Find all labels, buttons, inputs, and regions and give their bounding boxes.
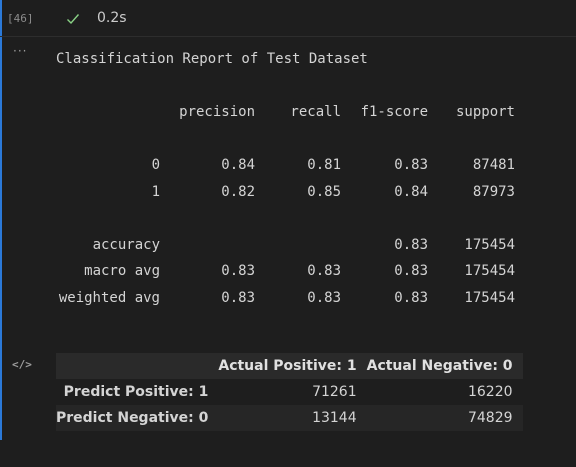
report-column-header: f1-score: [360, 104, 428, 120]
report-row-label: 0: [151, 157, 160, 173]
report-cell: 175454: [464, 263, 515, 279]
report-row-label: accuracy: [92, 236, 160, 253]
report-cell: 87481: [472, 157, 515, 173]
report-cell: 0.83: [394, 157, 428, 173]
report-row-label: macro avg: [84, 263, 160, 279]
report-cell: 175454: [464, 289, 515, 306]
cell-divider: [0, 36, 576, 37]
row-header-predict-positive: Predict Positive: 1: [63, 384, 209, 400]
execution-count: [46]: [7, 12, 34, 25]
report-summary-row: weighted avg 0.83 0.83 0.83 175454: [56, 285, 526, 312]
code-icon[interactable]: </>: [12, 358, 32, 371]
report-column-header: support: [455, 104, 515, 120]
cell-status-bar: [46] 0.2s: [0, 0, 576, 36]
report-cell: 0.83: [394, 236, 428, 253]
report-cell: 175454: [464, 236, 515, 253]
table-row: Predict Positive: 1 71261 16220: [56, 379, 523, 405]
report-cell: 0.83: [221, 289, 255, 306]
report-cell: 87973: [472, 183, 515, 200]
report-cell: 0.84: [221, 157, 255, 173]
table-cell: 71261: [312, 384, 357, 400]
classification-report: Classification Report of Test Dataset pre…: [56, 46, 526, 311]
report-row-label: 1: [151, 183, 160, 200]
report-cell: 0.81: [307, 157, 341, 173]
report-row: 1 0.82 0.85 0.84 87973: [56, 179, 526, 206]
report-cell: 0.84: [394, 183, 428, 200]
table-row: Predict Negative: 0 13144 74829: [56, 405, 523, 431]
report-cell: 0.83: [307, 289, 341, 306]
confusion-matrix-table: Actual Positive: 1 Actual Negative: 0 Pr…: [56, 353, 523, 431]
report-title: Classification Report of Test Dataset: [56, 51, 368, 67]
column-header-actual-positive: Actual Positive: 1: [218, 358, 357, 374]
report-cell: 0.83: [394, 263, 428, 279]
report-cell: 0.83: [394, 289, 428, 306]
report-cell: 0.85: [307, 183, 341, 200]
report-summary-row: accuracy 0.83 175454: [56, 232, 526, 259]
report-header-row: precision recall f1-score support: [56, 99, 526, 126]
report-summary-row: macro avg 0.83 0.83 0.83 175454: [56, 258, 526, 285]
table-cell: 74829: [467, 410, 513, 426]
row-header-predict-negative: Predict Negative: 0: [56, 410, 209, 426]
report-row: 0 0.84 0.81 0.83 87481: [56, 152, 526, 179]
execution-time: 0.2s: [97, 10, 127, 26]
confusion-matrix-header-row: Actual Positive: 1 Actual Negative: 0: [56, 353, 523, 379]
report-column-header: precision: [179, 104, 255, 120]
report-cell: 0.82: [221, 183, 255, 200]
table-cell: 13144: [312, 410, 357, 426]
ellipsis-icon[interactable]: ···: [13, 44, 27, 58]
report-cell: 0.83: [307, 263, 341, 279]
report-row-label: weighted avg: [58, 289, 160, 306]
column-header-actual-negative: Actual Negative: 0: [366, 358, 513, 374]
confusion-matrix-corner: [56, 353, 218, 379]
report-cell: 0.83: [221, 263, 255, 279]
cell-focus-bar: [0, 0, 2, 440]
table-cell: 16220: [467, 384, 513, 400]
report-title-line: Classification Report of Test Dataset: [56, 46, 526, 73]
check-icon: [67, 14, 80, 25]
report-column-header: recall: [290, 104, 341, 120]
